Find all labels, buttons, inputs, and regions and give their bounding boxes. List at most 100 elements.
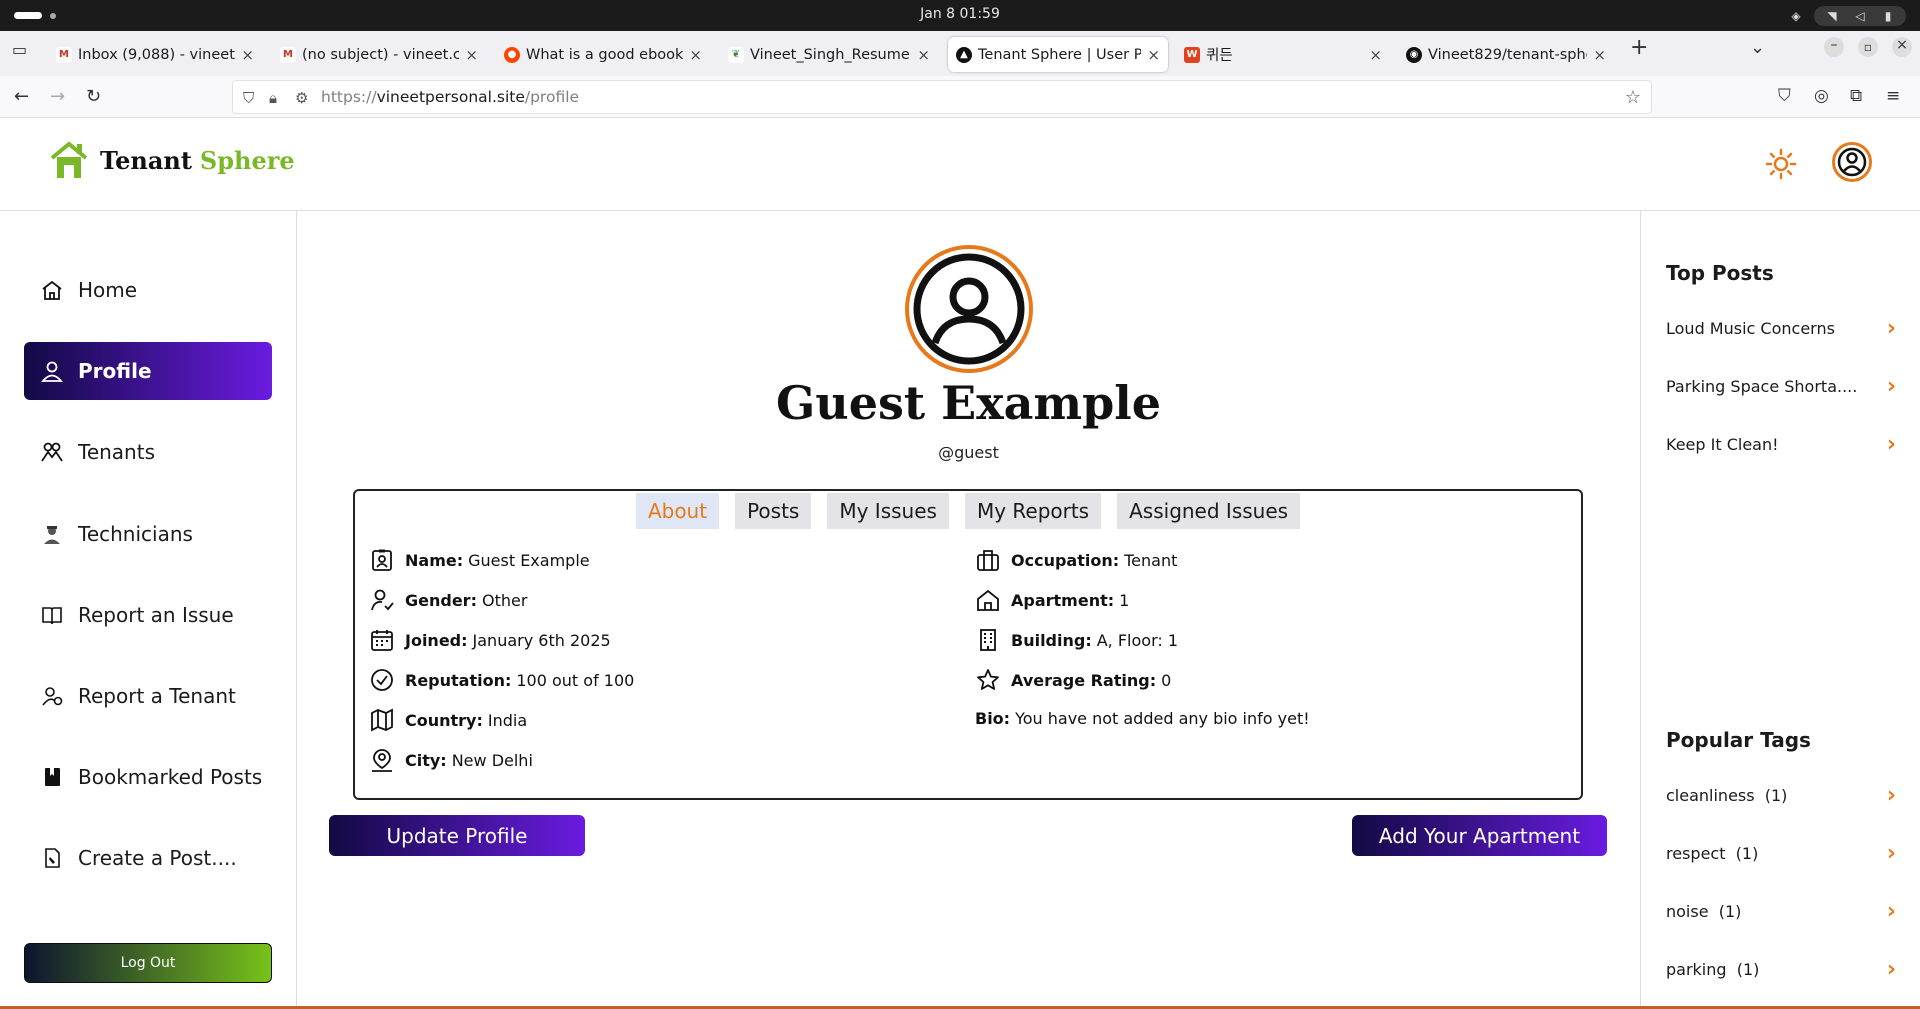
reload-icon[interactable]: ↻ bbox=[86, 86, 101, 107]
top-post-label: Loud Music Concerns bbox=[1666, 319, 1835, 338]
browser-tab-github[interactable]: ◉ Vineet829/tenant-sphere × bbox=[1398, 37, 1614, 72]
chevron-down-icon[interactable]: ⌄ bbox=[1750, 37, 1765, 58]
info-joined: Joined: January 6th 2025 bbox=[369, 626, 611, 654]
info-name: Name: Guest Example bbox=[369, 546, 590, 574]
system-tray[interactable]: ◈ ◥ ◁ ▮ bbox=[1788, 6, 1906, 26]
sidebar-item-profile[interactable]: Profile bbox=[24, 342, 272, 400]
browser-tab-tenant-sphere[interactable]: ▲ Tenant Sphere | User Prof × bbox=[948, 37, 1168, 72]
user-check-icon bbox=[369, 587, 395, 613]
user-avatar-button[interactable] bbox=[1832, 142, 1872, 182]
info-label: Apartment: bbox=[1011, 590, 1115, 610]
briefcase-icon bbox=[975, 547, 1001, 573]
tag-item[interactable]: respect (1) › bbox=[1666, 841, 1896, 866]
tag-label: noise (1) bbox=[1666, 902, 1742, 921]
browser-tab-gmail-inbox[interactable]: M Inbox (9,088) - vineetsingh × bbox=[48, 37, 262, 72]
profile-tabs: About Posts My Issues My Reports Assigne… bbox=[355, 491, 1581, 529]
tag-label: respect (1) bbox=[1666, 844, 1759, 863]
tab-posts[interactable]: Posts bbox=[735, 493, 812, 529]
extensions-icon[interactable]: ⧉ bbox=[1850, 86, 1862, 106]
tag-item[interactable]: parking (1) › bbox=[1666, 957, 1896, 982]
left-sidebar: Home Profile Tenants Technicians Report … bbox=[0, 211, 297, 1009]
browser-tab-app[interactable]: W 퀴든 × bbox=[1176, 37, 1390, 72]
close-icon[interactable]: × bbox=[917, 46, 930, 64]
info-label: Name: bbox=[405, 550, 464, 570]
top-post-item[interactable]: Keep It Clean! › bbox=[1666, 432, 1896, 457]
book-report-icon bbox=[40, 603, 64, 627]
close-icon[interactable]: × bbox=[1147, 46, 1160, 64]
back-icon[interactable]: ← bbox=[14, 86, 29, 107]
close-icon[interactable]: × bbox=[465, 46, 478, 64]
info-apartment: Apartment: 1 bbox=[975, 586, 1129, 614]
close-icon[interactable]: × bbox=[689, 46, 702, 64]
tab-title: What is a good ebook rea bbox=[526, 46, 684, 63]
close-icon[interactable]: × bbox=[241, 46, 254, 64]
chevron-right-icon: › bbox=[1886, 957, 1896, 982]
window-close-icon[interactable]: × bbox=[1892, 37, 1912, 57]
top-post-label: Keep It Clean! bbox=[1666, 435, 1779, 454]
shield-icon[interactable]: ⛉ bbox=[243, 89, 254, 107]
system-top-bar: Jan 8 01:59 ◈ ◥ ◁ ▮ bbox=[0, 0, 1920, 31]
info-label: Building: bbox=[1011, 630, 1092, 650]
calendar-icon bbox=[369, 627, 395, 653]
home-icon bbox=[40, 278, 64, 302]
chevron-right-icon: › bbox=[1886, 432, 1896, 457]
info-label: Joined: bbox=[405, 630, 468, 650]
system-clock[interactable]: Jan 8 01:59 bbox=[0, 6, 1920, 22]
permissions-icon[interactable]: ⚙ bbox=[295, 89, 308, 107]
lock-icon[interactable]: 🔒︎ bbox=[269, 89, 277, 107]
update-profile-button[interactable]: Update Profile bbox=[329, 815, 585, 856]
id-card-icon bbox=[369, 547, 395, 573]
profile-details-card: About Posts My Issues My Reports Assigne… bbox=[353, 489, 1583, 800]
top-post-item[interactable]: Loud Music Concerns › bbox=[1666, 316, 1896, 341]
bookmark-book-icon bbox=[40, 765, 64, 789]
sidebar-item-bookmarked-posts[interactable]: Bookmarked Posts bbox=[24, 748, 272, 806]
browser-tab-resume[interactable]: ❦ Vineet_Singh_Resume - C × bbox=[720, 37, 938, 72]
close-icon[interactable]: × bbox=[1369, 46, 1382, 64]
sidebar-item-tenants[interactable]: Tenants bbox=[24, 423, 272, 481]
info-gender: Gender: Other bbox=[369, 586, 527, 614]
tab-about[interactable]: About bbox=[635, 493, 720, 529]
add-apartment-button[interactable]: Add Your Apartment bbox=[1352, 815, 1607, 856]
browser-tab-gmail-draft[interactable]: M (no subject) - vineet.charl × bbox=[272, 37, 486, 72]
tab-my-reports[interactable]: My Reports bbox=[964, 493, 1102, 529]
tab-overview-icon[interactable]: ▭ bbox=[12, 40, 27, 59]
sidebar-item-report-issue[interactable]: Report an Issue bbox=[24, 586, 272, 644]
sidebar-item-technicians[interactable]: Technicians bbox=[24, 505, 272, 563]
forward-icon[interactable]: → bbox=[50, 86, 65, 107]
sidebar-item-report-tenant[interactable]: Report a Tenant bbox=[24, 667, 272, 725]
logout-button[interactable]: Log Out bbox=[24, 943, 272, 983]
close-icon[interactable]: × bbox=[1593, 46, 1606, 64]
profile-name: Guest Example bbox=[775, 376, 1162, 430]
bookmark-star-icon[interactable]: ☆ bbox=[1625, 87, 1641, 108]
sidebar-item-home[interactable]: Home bbox=[24, 261, 272, 319]
github-icon: ◉ bbox=[1406, 46, 1422, 63]
chevron-right-icon: › bbox=[1886, 899, 1896, 924]
tag-item[interactable]: noise (1) › bbox=[1666, 899, 1896, 924]
tab-assigned-issues[interactable]: Assigned Issues bbox=[1117, 493, 1301, 529]
account-icon[interactable]: ◎ bbox=[1814, 86, 1829, 106]
brand-name-second: Sphere bbox=[199, 145, 295, 175]
address-bar[interactable]: ⛉ 🔒︎ ⚙ https:// vineetpersonal.site /pro… bbox=[232, 80, 1652, 114]
shield-icon: ◈ bbox=[1791, 9, 1801, 23]
pocket-icon[interactable]: ⛉ bbox=[1778, 86, 1791, 106]
info-value: India bbox=[487, 710, 528, 730]
new-tab-icon[interactable]: + bbox=[1630, 35, 1648, 60]
brand-logo[interactable]: Tenant Sphere bbox=[48, 140, 295, 180]
info-label: Reputation: bbox=[405, 670, 512, 690]
info-value: Other bbox=[481, 590, 528, 610]
sun-theme-toggle-icon[interactable] bbox=[1765, 148, 1797, 180]
top-post-label: Parking Space Shorta.... bbox=[1666, 377, 1858, 396]
top-post-item[interactable]: Parking Space Shorta.... › bbox=[1666, 374, 1896, 399]
gmail-icon: M bbox=[280, 46, 296, 63]
tab-my-issues[interactable]: My Issues bbox=[827, 493, 949, 529]
info-value: 100 out of 100 bbox=[516, 670, 635, 690]
info-value: January 6th 2025 bbox=[472, 630, 611, 650]
menu-icon[interactable]: ≡ bbox=[1886, 86, 1900, 106]
info-label: City: bbox=[405, 750, 447, 770]
restore-icon[interactable]: ▫ bbox=[1858, 37, 1878, 57]
minimize-icon[interactable]: – bbox=[1824, 37, 1844, 57]
sidebar-item-create-post[interactable]: Create a Post.... bbox=[24, 829, 272, 887]
browser-tab-reddit[interactable]: ● What is a good ebook rea × bbox=[496, 37, 710, 72]
tag-item[interactable]: cleanliness (1) › bbox=[1666, 783, 1896, 808]
chevron-right-icon: › bbox=[1886, 783, 1896, 808]
